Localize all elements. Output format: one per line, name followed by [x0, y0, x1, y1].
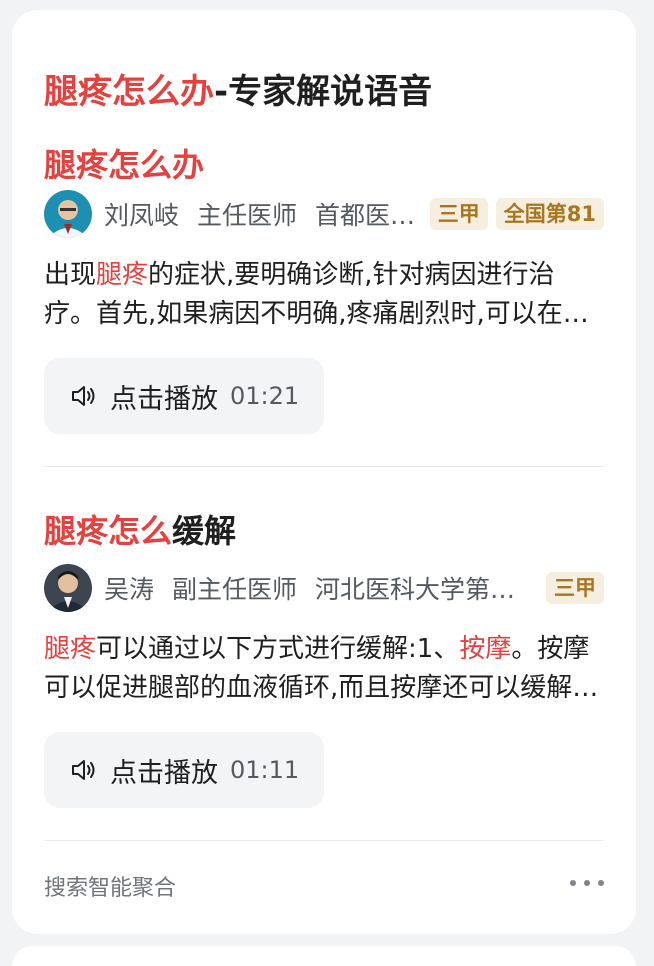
avatar[interactable] — [44, 564, 92, 612]
snippet-text: 出现 — [44, 260, 97, 290]
hospital-name: 首都医科大学附属北京友谊医院 — [315, 201, 422, 230]
play-label: 点击播放 — [110, 757, 218, 789]
item-title-highlight: 腿疼怎么办 — [44, 146, 205, 184]
hospital-rank-badge: 全国第81 — [495, 198, 604, 230]
next-card-edge — [12, 946, 636, 966]
doctor-title: 主任医师 — [197, 201, 298, 230]
author-info: 刘凤岐主任医师首都医科大学附属北京友谊医院 — [104, 196, 422, 232]
doctor-title: 副主任医师 — [172, 575, 298, 604]
hospital-level-badge: 三甲 — [546, 572, 604, 604]
card-title-highlight: 腿疼怎么办 — [44, 72, 214, 112]
divider — [44, 840, 604, 841]
audio-duration: 01:21 — [230, 382, 300, 410]
item-title-rest: 缓解 — [172, 512, 237, 550]
item-title-highlight: 腿疼怎么 — [44, 512, 173, 550]
hospital-level-badge: 三甲 — [429, 198, 488, 230]
snippet-highlight: 腿疼 — [96, 260, 149, 290]
snippet-highlight: 按摩 — [459, 634, 512, 664]
snippet-text: 可以通过以下方式进行缓解:1、 — [96, 634, 460, 664]
card-title[interactable]: 腿疼怎么办-专家解说语音 — [44, 64, 432, 113]
snippet-highlight: 腿疼 — [44, 634, 97, 664]
hospital-name: 河北医科大学第三医院 — [315, 575, 538, 604]
speaker-icon — [72, 760, 95, 780]
answer-snippet[interactable]: 出现腿疼的症状,要明确诊断,针对病因进行治疗。首先,如果病因不明确,疼痛剧烈时,… — [44, 256, 604, 334]
item-title[interactable]: 腿疼怎么办 — [44, 140, 204, 186]
answer-snippet[interactable]: 腿疼可以通过以下方式进行缓解:1、按摩。按摩可以促进腿部的血液循环,而且按摩还可… — [44, 630, 604, 708]
more-dots-icon[interactable] — [570, 876, 604, 890]
card-title-rest: -专家解说语音 — [214, 72, 433, 112]
play-label: 点击播放 — [110, 383, 218, 415]
author-row[interactable]: 刘凤岐主任医师首都医科大学附属北京友谊医院 三甲 全国第81 — [44, 190, 604, 238]
voice-result-card: 腿疼怎么办-专家解说语音 腿疼怎么办 刘凤岐主任医师首都医科大学附属北京友谊医院… — [12, 10, 636, 934]
audio-duration: 01:11 — [230, 756, 300, 784]
play-audio-button[interactable]: 点击播放 01:21 — [44, 358, 324, 434]
author-row[interactable]: 吴涛副主任医师河北医科大学第三医院 三甲 — [44, 564, 604, 612]
speaker-icon — [72, 386, 95, 406]
author-info: 吴涛副主任医师河北医科大学第三医院 — [104, 570, 538, 606]
source-label: 搜索智能聚合 — [44, 876, 177, 901]
avatar[interactable] — [44, 190, 92, 238]
item-title[interactable]: 腿疼怎么缓解 — [44, 506, 236, 552]
doctor-name: 刘凤岐 — [104, 201, 180, 230]
divider — [44, 466, 604, 467]
play-audio-button[interactable]: 点击播放 01:11 — [44, 732, 324, 808]
doctor-name: 吴涛 — [104, 575, 155, 604]
